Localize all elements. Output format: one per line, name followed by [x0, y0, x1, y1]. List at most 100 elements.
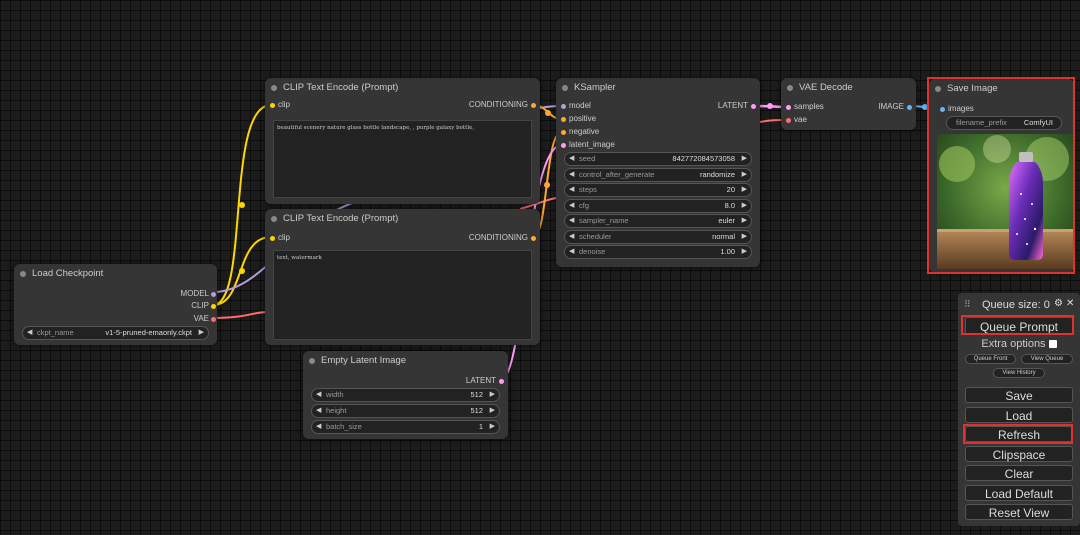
extra-options-checkbox[interactable] — [1048, 340, 1057, 349]
slot-dot-icon[interactable] — [561, 116, 566, 122]
refresh-button[interactable]: Refresh — [965, 426, 1073, 442]
left-arrow-icon[interactable]: ◀ — [316, 421, 321, 433]
input-images[interactable]: images — [940, 103, 974, 115]
ckpt-name-combo[interactable]: ◀ ckpt_name v1-5-pruned-emaonly.ckpt ▶ — [22, 326, 209, 340]
sampler-name-combo[interactable]: ◀ sampler_name euler ▶ — [564, 214, 752, 228]
output-image[interactable]: IMAGE — [878, 101, 912, 113]
slot-dot-icon[interactable] — [561, 129, 566, 135]
node-clip-text-encode-negative[interactable]: CLIP Text Encode (Prompt) clip CONDITION… — [265, 209, 540, 345]
left-arrow-icon[interactable]: ◀ — [569, 169, 574, 181]
view-queue-button[interactable]: View Queue — [1021, 354, 1073, 364]
input-samples[interactable]: samples — [786, 101, 824, 113]
output-latent[interactable]: LATENT — [466, 375, 504, 387]
input-latent-image[interactable]: latent_image — [561, 139, 615, 151]
right-arrow-icon[interactable]: ▶ — [742, 246, 747, 258]
output-latent[interactable]: LATENT — [718, 100, 756, 112]
node-title[interactable]: KSampler — [556, 78, 760, 98]
slot-dot-icon[interactable] — [531, 235, 536, 241]
width-number[interactable]: ◀ width 512 ▶ — [311, 388, 500, 402]
image-preview[interactable] — [937, 134, 1074, 269]
right-arrow-icon[interactable]: ▶ — [199, 327, 204, 339]
load-button[interactable]: Load — [965, 407, 1073, 423]
collapse-dot-icon[interactable] — [20, 271, 26, 277]
right-arrow-icon[interactable]: ▶ — [742, 184, 747, 196]
right-arrow-icon[interactable]: ▶ — [742, 153, 747, 165]
control-after-generate-combo[interactable]: ◀ control_after_generate randomize ▶ — [564, 168, 752, 182]
input-positive[interactable]: positive — [561, 113, 596, 125]
output-vae[interactable]: VAE — [194, 313, 216, 325]
input-vae[interactable]: vae — [786, 114, 807, 126]
slot-dot-icon[interactable] — [561, 103, 566, 109]
collapse-dot-icon[interactable] — [271, 216, 277, 222]
close-icon[interactable]: ✕ — [1066, 298, 1074, 309]
left-arrow-icon[interactable]: ◀ — [569, 200, 574, 212]
node-title[interactable]: VAE Decode — [781, 78, 916, 98]
scheduler-combo[interactable]: ◀ scheduler normal ▶ — [564, 230, 752, 244]
slot-dot-icon[interactable] — [561, 142, 566, 148]
left-arrow-icon[interactable]: ◀ — [569, 153, 574, 165]
input-clip[interactable]: clip — [270, 99, 290, 111]
output-clip[interactable]: CLIP — [191, 300, 216, 312]
left-arrow-icon[interactable]: ◀ — [569, 246, 574, 258]
collapse-dot-icon[interactable] — [562, 85, 568, 91]
node-load-checkpoint[interactable]: Load Checkpoint MODEL CLIP VAE ◀ ckpt_na… — [14, 264, 217, 345]
seed-number[interactable]: ◀ seed 842772084573058 ▶ — [564, 152, 752, 166]
input-clip[interactable]: clip — [270, 232, 290, 244]
queue-front-button[interactable]: Queue Front — [965, 354, 1016, 364]
input-negative[interactable]: negative — [561, 126, 599, 138]
right-arrow-icon[interactable]: ▶ — [490, 389, 495, 401]
collapse-dot-icon[interactable] — [935, 86, 941, 92]
node-title[interactable]: Empty Latent Image — [303, 351, 508, 371]
view-history-button[interactable]: View History — [993, 368, 1045, 378]
node-empty-latent-image[interactable]: Empty Latent Image LATENT ◀ width 512 ▶ ◀ he… — [303, 351, 508, 439]
node-title[interactable]: Save Image — [929, 79, 1074, 99]
load-default-button[interactable]: Load Default — [965, 485, 1073, 501]
right-arrow-icon[interactable]: ▶ — [742, 231, 747, 243]
right-arrow-icon[interactable]: ▶ — [742, 200, 747, 212]
slot-dot-icon[interactable] — [786, 117, 791, 123]
collapse-dot-icon[interactable] — [309, 358, 315, 364]
drag-handle-icon[interactable]: ⠿ — [964, 299, 971, 310]
slot-dot-icon[interactable] — [211, 291, 216, 297]
clipspace-button[interactable]: Clipspace — [965, 446, 1073, 462]
left-arrow-icon[interactable]: ◀ — [316, 405, 321, 417]
denoise-number[interactable]: ◀ denoise 1.00 ▶ — [564, 245, 752, 259]
slot-dot-icon[interactable] — [531, 102, 536, 108]
prompt-textarea[interactable]: beautiful scenery nature glass bottle la… — [273, 120, 532, 198]
batch-size-number[interactable]: ◀ batch_size 1 ▶ — [311, 420, 500, 434]
node-save-image[interactable]: Save Image images filename_prefix ComfyU… — [929, 79, 1074, 273]
output-conditioning[interactable]: CONDITIONING — [469, 99, 536, 111]
slot-dot-icon[interactable] — [940, 106, 945, 112]
left-arrow-icon[interactable]: ◀ — [569, 184, 574, 196]
prompt-textarea[interactable]: text, watermark — [273, 250, 532, 340]
slot-dot-icon[interactable] — [751, 103, 756, 109]
gear-icon[interactable]: ⚙ — [1054, 298, 1063, 309]
node-ksampler[interactable]: KSampler model LATENT positive negative … — [556, 78, 760, 267]
slot-dot-icon[interactable] — [270, 235, 275, 241]
collapse-dot-icon[interactable] — [787, 85, 793, 91]
collapse-dot-icon[interactable] — [271, 85, 277, 91]
cfg-number[interactable]: ◀ cfg 8.0 ▶ — [564, 199, 752, 213]
slot-dot-icon[interactable] — [499, 378, 504, 384]
left-arrow-icon[interactable]: ◀ — [569, 215, 574, 227]
slot-dot-icon[interactable] — [907, 104, 912, 110]
reset-view-button[interactable]: Reset View — [965, 504, 1073, 520]
input-model[interactable]: model — [561, 100, 591, 112]
right-arrow-icon[interactable]: ▶ — [742, 215, 747, 227]
node-title[interactable]: CLIP Text Encode (Prompt) — [265, 78, 540, 98]
node-clip-text-encode-positive[interactable]: CLIP Text Encode (Prompt) clip CONDITION… — [265, 78, 540, 204]
left-arrow-icon[interactable]: ◀ — [316, 389, 321, 401]
height-number[interactable]: ◀ height 512 ▶ — [311, 404, 500, 418]
slot-dot-icon[interactable] — [786, 104, 791, 110]
left-arrow-icon[interactable]: ◀ — [27, 327, 32, 339]
slot-dot-icon[interactable] — [270, 102, 275, 108]
queue-prompt-button[interactable]: Queue Prompt — [965, 317, 1073, 335]
output-conditioning[interactable]: CONDITIONING — [469, 232, 536, 244]
node-vae-decode[interactable]: VAE Decode samples IMAGE vae — [781, 78, 916, 130]
node-title[interactable]: Load Checkpoint — [14, 264, 217, 284]
right-arrow-icon[interactable]: ▶ — [490, 421, 495, 433]
clear-button[interactable]: Clear — [965, 465, 1073, 481]
output-model[interactable]: MODEL — [181, 288, 216, 300]
filename-prefix-field[interactable]: filename_prefix ComfyUI — [946, 116, 1062, 130]
slot-dot-icon[interactable] — [211, 316, 216, 322]
